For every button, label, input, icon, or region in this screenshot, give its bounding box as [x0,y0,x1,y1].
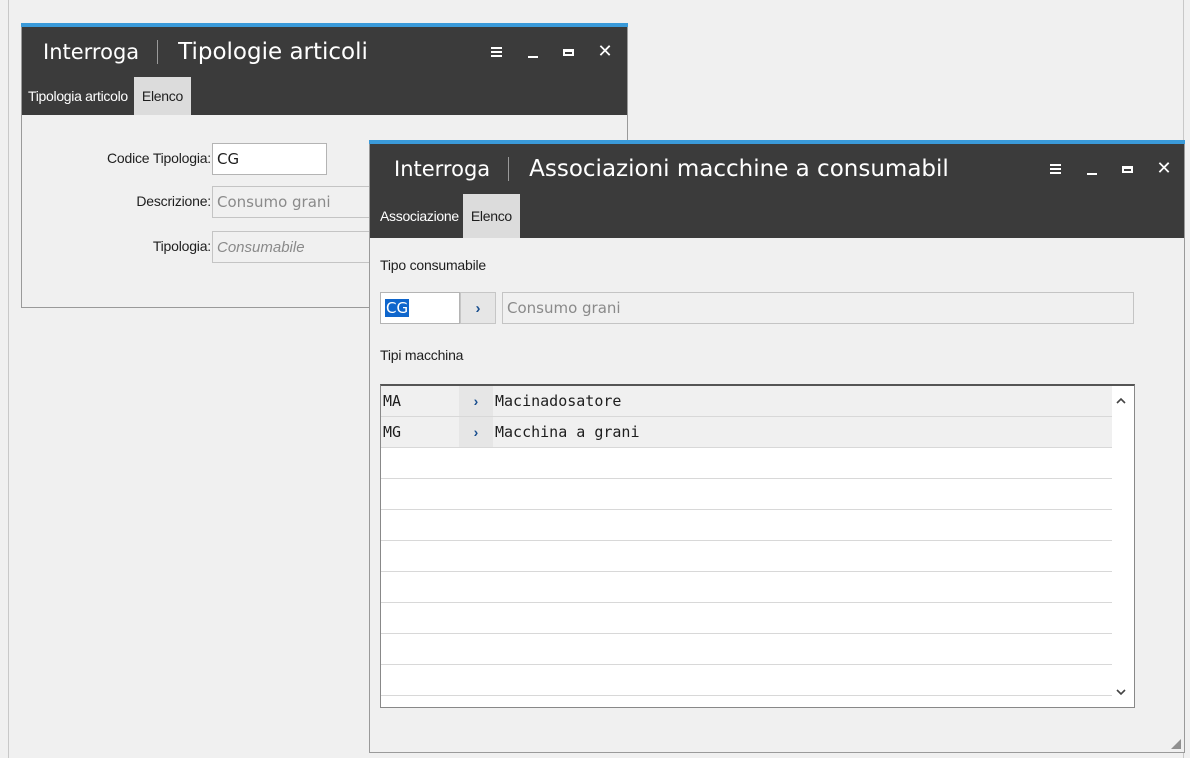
close-icon[interactable]: ✕ [597,43,613,61]
row-desc: Macinadosatore [495,392,622,410]
table-row-empty[interactable] [381,634,1112,665]
window-associazioni[interactable]: Interroga Associazioni macchine a consum… [369,140,1185,753]
tipi-macchina-label: Tipi macchina [380,347,464,363]
chevron-right-icon[interactable]: › [459,417,493,447]
descrizione-field[interactable]: Consumo grani [212,186,382,218]
tipologia-label: Tipologia: [152,238,211,254]
row-code: MA [383,392,402,410]
row-code: MG [383,423,402,441]
codice-tipologia-field[interactable]: CG [212,143,327,175]
selected-code: CG [385,299,410,317]
tab-bar: Associazione Elenco [370,194,1184,238]
window-title: Associazioni macchine a consumabil [529,156,949,182]
tab-elenco[interactable]: Elenco [462,194,520,238]
tab-bar: Tipologia articolo Elenco [22,77,627,115]
titlebar[interactable]: Interroga Associazioni macchine a consum… [370,144,1184,194]
scroll-up-icon[interactable] [1114,394,1128,408]
tipi-macchina-grid[interactable]: MA › Macinadosatore MG › Macchina a gran… [380,384,1135,708]
hamburger-icon[interactable] [1048,161,1064,177]
row-desc: Macchina a grani [495,423,640,441]
title-separator [508,157,510,181]
minimize-icon[interactable] [525,44,541,60]
tipologia-field[interactable]: Consumabile [212,231,382,263]
tab-elenco[interactable]: Elenco [133,77,191,115]
chevron-right-icon: › [475,299,481,317]
window-mode: Interroga [43,40,140,64]
table-row-empty[interactable] [381,510,1112,541]
hamburger-icon[interactable] [489,44,505,60]
table-row-empty[interactable] [381,603,1112,634]
window-mode: Interroga [394,157,491,181]
titlebar[interactable]: Interroga Tipologie articoli ✕ [22,27,627,77]
tipo-consumabile-label: Tipo consumabile [380,257,487,273]
codice-tipologia-label: Codice Tipologia: [107,150,211,166]
table-row-empty[interactable] [381,665,1112,696]
tipo-consumabile-zoom-button[interactable]: › [460,292,496,324]
close-icon[interactable]: ✕ [1156,160,1172,178]
table-row[interactable]: MG › Macchina a grani [381,417,1112,448]
table-row-empty[interactable] [381,448,1112,479]
window-title: Tipologie articoli [178,39,368,65]
tab-tipologia-articolo[interactable]: Tipologia articolo [22,77,134,115]
desktop: Interroga Tipologie articoli ✕ Tipologia… [8,0,1185,758]
minimize-icon[interactable] [1084,161,1100,177]
table-row-empty[interactable] [381,541,1112,572]
scroll-down-icon[interactable] [1114,685,1128,699]
table-row[interactable]: MA › Macinadosatore [381,386,1112,417]
tab-associazione[interactable]: Associazione [370,194,463,238]
chevron-right-icon[interactable]: › [459,386,493,416]
tipo-consumabile-code-field[interactable]: CG [380,292,460,324]
resize-grip-icon[interactable] [1171,739,1181,749]
table-row-empty[interactable] [381,479,1112,510]
maximize-icon[interactable] [1120,161,1136,177]
table-row-empty[interactable] [381,572,1112,603]
tipo-consumabile-desc-field[interactable]: Consumo grani [502,292,1134,324]
descrizione-label: Descrizione: [136,193,211,209]
title-separator [157,40,159,64]
maximize-icon[interactable] [561,44,577,60]
